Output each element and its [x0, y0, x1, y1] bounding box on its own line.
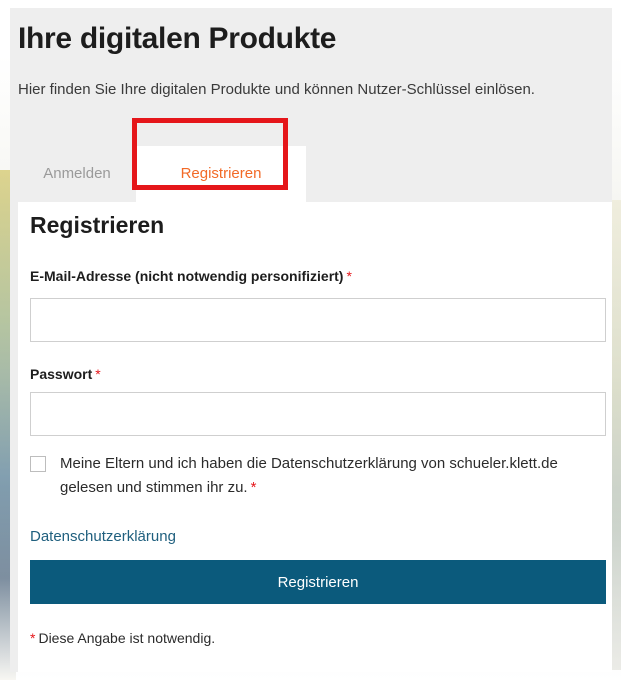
privacy-policy-link[interactable]: Datenschutzerklärung: [30, 528, 176, 545]
email-label-text: E-Mail-Adresse (nicht notwendig personif…: [30, 268, 344, 284]
email-label: E-Mail-Adresse (nicht notwendig personif…: [30, 268, 352, 284]
tab-registrieren[interactable]: Registrieren: [136, 146, 306, 202]
page-title: Ihre digitalen Produkte: [18, 22, 337, 55]
required-asterisk: *: [346, 268, 352, 284]
consent-label-text: Meine Eltern und ich haben die Datenschu…: [60, 455, 558, 496]
required-asterisk: *: [95, 366, 101, 382]
tab-anmelden[interactable]: Anmelden: [18, 146, 136, 202]
required-note-text: Diese Angabe ist notwendig.: [38, 630, 216, 646]
register-button[interactable]: Registrieren: [30, 560, 606, 604]
register-form: Registrieren E-Mail-Adresse (nicht notwe…: [18, 202, 612, 672]
required-asterisk: *: [30, 630, 36, 646]
consent-label: Meine Eltern und ich haben die Datenschu…: [60, 452, 600, 500]
digital-products-panel: Ihre digitalen Produkte Hier finden Sie …: [10, 8, 612, 672]
password-label: Passwort *: [30, 366, 101, 382]
required-asterisk: *: [250, 479, 257, 496]
email-input[interactable]: [30, 298, 606, 342]
form-title: Registrieren: [30, 212, 165, 238]
auth-tabs: Anmelden Registrieren: [18, 146, 612, 202]
password-input[interactable]: [30, 392, 606, 436]
consent-checkbox[interactable]: [30, 456, 46, 472]
required-note: * Diese Angabe ist notwendig.: [30, 630, 215, 646]
intro-text: Hier finden Sie Ihre digitalen Produkte …: [18, 81, 535, 98]
password-label-text: Passwort: [30, 366, 93, 382]
